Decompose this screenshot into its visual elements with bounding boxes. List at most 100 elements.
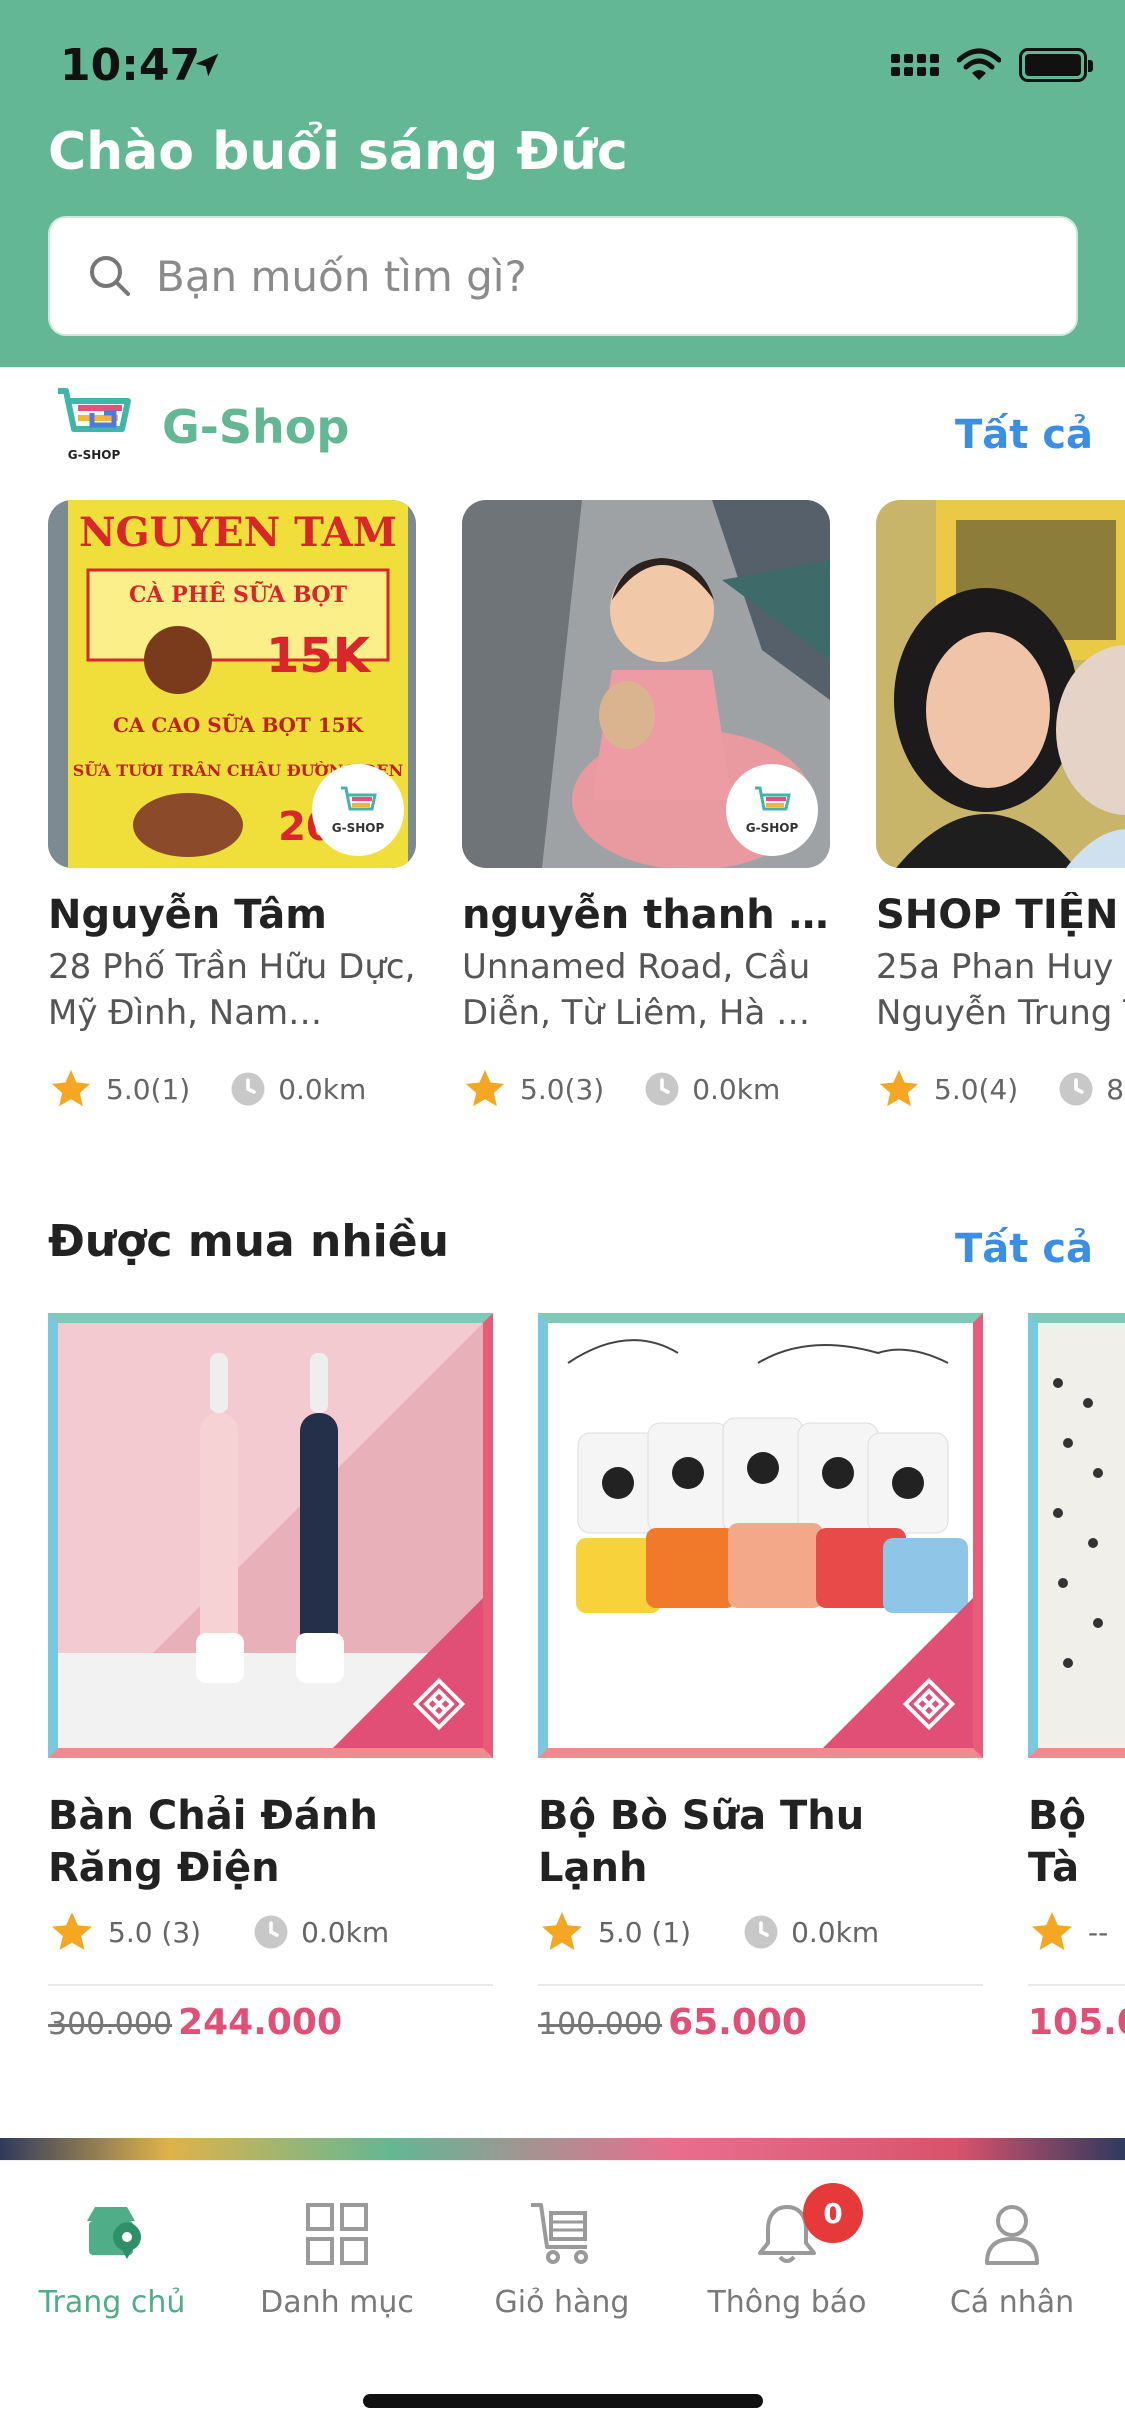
search-icon	[90, 256, 130, 296]
product-card[interactable]: Bộ Tà -- 105.00	[1028, 1313, 1125, 2043]
status-time: 10:47	[60, 40, 201, 91]
products-section-title: Được mua nhiều	[48, 1216, 449, 1267]
clock-icon	[744, 1915, 778, 1949]
shop-photo-people	[876, 500, 1125, 868]
product-card[interactable]: Bộ Bò Sữa Thu Lạnh 5.0 (1) 0.0km 100.000…	[538, 1313, 983, 2043]
gshop-badge: G-SHOP	[312, 764, 404, 856]
tab-label: Thông báo	[707, 2285, 867, 2320]
price-row: 105.00	[1028, 2002, 1125, 2043]
shop-meta: 5.0(4) 8	[876, 1066, 1125, 1112]
product-meta: 5.0 (1) 0.0km	[538, 1908, 983, 1956]
status-icons	[891, 48, 1093, 82]
product-card[interactable]: Bàn Chải Đánh Răng Điện 5.0 (3) 0.0km 30…	[48, 1313, 493, 2043]
gshop-logo-icon: G-SHOP	[58, 388, 131, 462]
search-bar[interactable]	[48, 216, 1078, 336]
shop-address: 28 Phố Trần Hữu Dực, Mỹ Đình, Nam…	[48, 947, 416, 1033]
product-name: Bàn Chải Đánh Răng Điện	[48, 1793, 378, 1891]
current-price: 244.000	[178, 2002, 343, 2043]
shop-name: SHOP TIỆN Í	[876, 892, 1125, 938]
product-image	[538, 1313, 983, 1758]
tab-categories[interactable]: Danh mục	[237, 2199, 437, 2320]
shop-image: NGUYEN TAM CÀ PHÊ SỮA BỌT 15K CA CAO SỮA…	[48, 500, 416, 868]
shop-rating: 5.0(1)	[106, 1072, 191, 1106]
notification-count-badge: 0	[803, 2183, 863, 2243]
shop-address: Unnamed Road, Cầu Diễn, Từ Liêm, Hà …	[462, 947, 811, 1033]
tab-label: Cá nhân	[949, 2285, 1075, 2320]
cart-icon	[531, 2203, 588, 2264]
tab-cart[interactable]: Giỏ hàng	[462, 2199, 662, 2320]
star-icon	[465, 1069, 505, 1107]
shop-meta: 5.0(3) 0.0km	[462, 1066, 830, 1112]
price-row: 300.000 244.000	[48, 2002, 493, 2043]
star-icon	[879, 1069, 919, 1107]
tab-label: Danh mục	[260, 2285, 414, 2320]
shop-image	[876, 500, 1125, 868]
star-icon	[542, 1912, 582, 1950]
shop-address: 25a Phan Huy Í Nguyễn Trung T	[876, 947, 1125, 1033]
old-price: 300.000	[48, 2007, 173, 2042]
brand-pattern-icon	[903, 1678, 955, 1730]
tab-label: Giỏ hàng	[494, 2285, 630, 2320]
clock-icon	[254, 1915, 288, 1949]
shop-meta: 5.0(1) 0.0km	[48, 1066, 416, 1112]
star-icon	[52, 1912, 92, 1950]
shop-distance: 0.0km	[278, 1072, 367, 1106]
brand-pattern-icon	[413, 1678, 465, 1730]
svg-text:15K: 15K	[266, 628, 372, 684]
shops-see-all-link[interactable]: Tất cả	[955, 412, 1093, 458]
product-meta: 5.0 (3) 0.0km	[48, 1908, 493, 1956]
current-price: 105.00	[1028, 2002, 1125, 2043]
shop-card[interactable]: G-SHOP nguyễn thanh … Unnamed Road, Cầu …	[462, 500, 830, 1112]
product-rating: 5.0 (1)	[598, 1915, 692, 1949]
product-image	[1028, 1313, 1125, 1758]
battery-icon	[1019, 48, 1093, 82]
shop-name: Nguyễn Tâm	[48, 892, 327, 938]
shop-rating: 5.0(3)	[520, 1072, 605, 1106]
svg-text:CÀ PHÊ SỮA BỌT: CÀ PHÊ SỮA BỌT	[129, 581, 348, 608]
tab-label: Trang chủ	[38, 2285, 186, 2320]
star-icon	[51, 1069, 91, 1107]
clock-icon	[231, 1072, 265, 1106]
product-distance: 0.0km	[301, 1915, 390, 1949]
location-arrow-icon	[195, 53, 219, 77]
shops-section-title: G-Shop	[162, 400, 350, 454]
product-photo-dotted	[1038, 1323, 1125, 1748]
product-distance: 0.0km	[791, 1915, 880, 1949]
greeting-title: Chào buổi sáng Đức	[48, 122, 628, 182]
tab-home[interactable]: Trang chủ	[12, 2199, 212, 2320]
shop-rating: 5.0(4)	[934, 1072, 1019, 1106]
gshop-badge: G-SHOP	[726, 764, 818, 856]
user-icon	[985, 2205, 1039, 2265]
shop-distance: 8	[1106, 1072, 1125, 1106]
banner-strip[interactable]	[0, 2138, 1125, 2160]
header: 10:47 Chào buổi sáng Đức	[0, 0, 1125, 367]
price-row: 100.000 65.000	[538, 2002, 983, 2043]
home-shop-icon	[87, 2207, 141, 2259]
shop-image: G-SHOP	[462, 500, 830, 868]
current-price: 65.000	[668, 2002, 807, 2043]
shop-name: nguyễn thanh …	[462, 892, 829, 938]
divider	[1028, 1984, 1125, 1986]
home-indicator[interactable]	[363, 2394, 763, 2408]
tab-notifications[interactable]: 0 Thông báo	[687, 2183, 887, 2320]
divider	[538, 1984, 983, 1986]
shop-card[interactable]: SHOP TIỆN Í 25a Phan Huy Í Nguyễn Trung …	[876, 500, 1125, 1112]
search-input[interactable]	[156, 251, 1016, 301]
product-meta: --	[1028, 1908, 1125, 1956]
shop-distance: 0.0km	[692, 1072, 781, 1106]
product-image	[48, 1313, 493, 1758]
old-price: 100.000	[538, 2007, 663, 2042]
tab-profile[interactable]: Cá nhân	[912, 2199, 1112, 2320]
divider	[48, 1984, 493, 1986]
products-see-all-link[interactable]: Tất cả	[955, 1226, 1093, 1272]
signal-icon	[891, 54, 939, 76]
shop-card[interactable]: NGUYEN TAM CÀ PHÊ SỮA BỌT 15K CA CAO SỮA…	[48, 500, 416, 1112]
svg-text:NGUYEN TAM: NGUYEN TAM	[79, 509, 397, 556]
product-name: Bộ Tà	[1028, 1793, 1086, 1891]
product-rating: 5.0 (3)	[108, 1915, 202, 1949]
star-icon	[1032, 1912, 1072, 1950]
clock-icon	[645, 1072, 679, 1106]
clock-icon	[1059, 1072, 1093, 1106]
grid-icon	[306, 2203, 368, 2265]
wifi-icon	[957, 48, 1001, 80]
